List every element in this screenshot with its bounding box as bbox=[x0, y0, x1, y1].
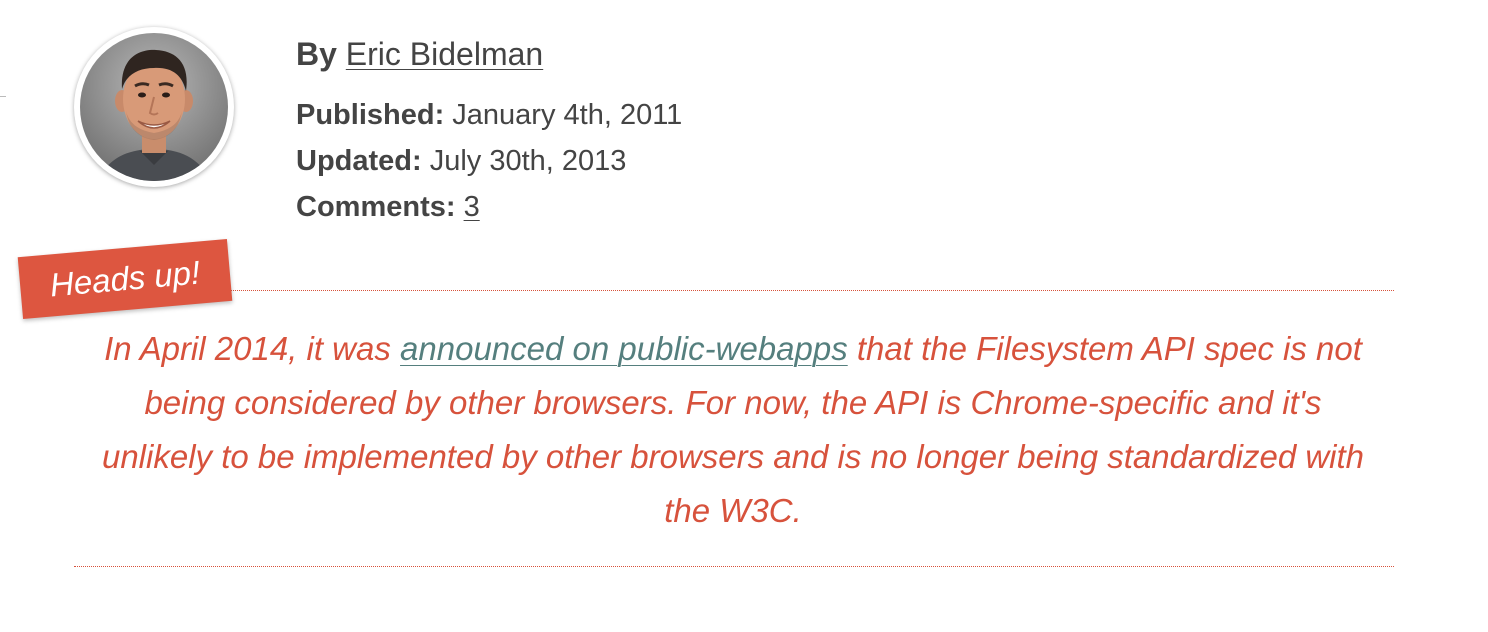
article-meta: By Eric Bidelman Published: January 4th,… bbox=[296, 32, 682, 230]
author-avatar bbox=[74, 27, 234, 187]
edge-divider bbox=[0, 96, 6, 97]
notice-top-divider bbox=[228, 290, 1394, 291]
comments-row: Comments: 3 bbox=[296, 184, 682, 230]
author-link[interactable]: Eric Bidelman bbox=[346, 36, 543, 72]
published-date: January 4th, 2011 bbox=[452, 99, 683, 131]
updated-row: Updated: July 30th, 2013 bbox=[296, 138, 682, 184]
comments-label: Comments: bbox=[296, 191, 456, 223]
byline: By Eric Bidelman bbox=[296, 32, 682, 76]
by-label: By bbox=[296, 36, 337, 72]
updated-label: Updated: bbox=[296, 145, 422, 177]
deprecation-notice: In April 2014, it was announced on publi… bbox=[88, 322, 1378, 538]
author-photo-icon bbox=[80, 33, 228, 181]
notice-text-before: In April 2014, it was bbox=[104, 330, 401, 367]
published-label: Published: bbox=[296, 99, 445, 131]
comments-count-link[interactable]: 3 bbox=[464, 191, 480, 223]
updated-date: July 30th, 2013 bbox=[429, 145, 627, 177]
notice-bottom-divider bbox=[74, 566, 1394, 567]
published-row: Published: January 4th, 2011 bbox=[296, 92, 682, 138]
heads-up-badge: Heads up! bbox=[17, 238, 233, 320]
public-webapps-announcement-link[interactable]: announced on public-webapps bbox=[400, 330, 848, 367]
article-header: By Eric Bidelman Published: January 4th,… bbox=[0, 0, 1488, 632]
